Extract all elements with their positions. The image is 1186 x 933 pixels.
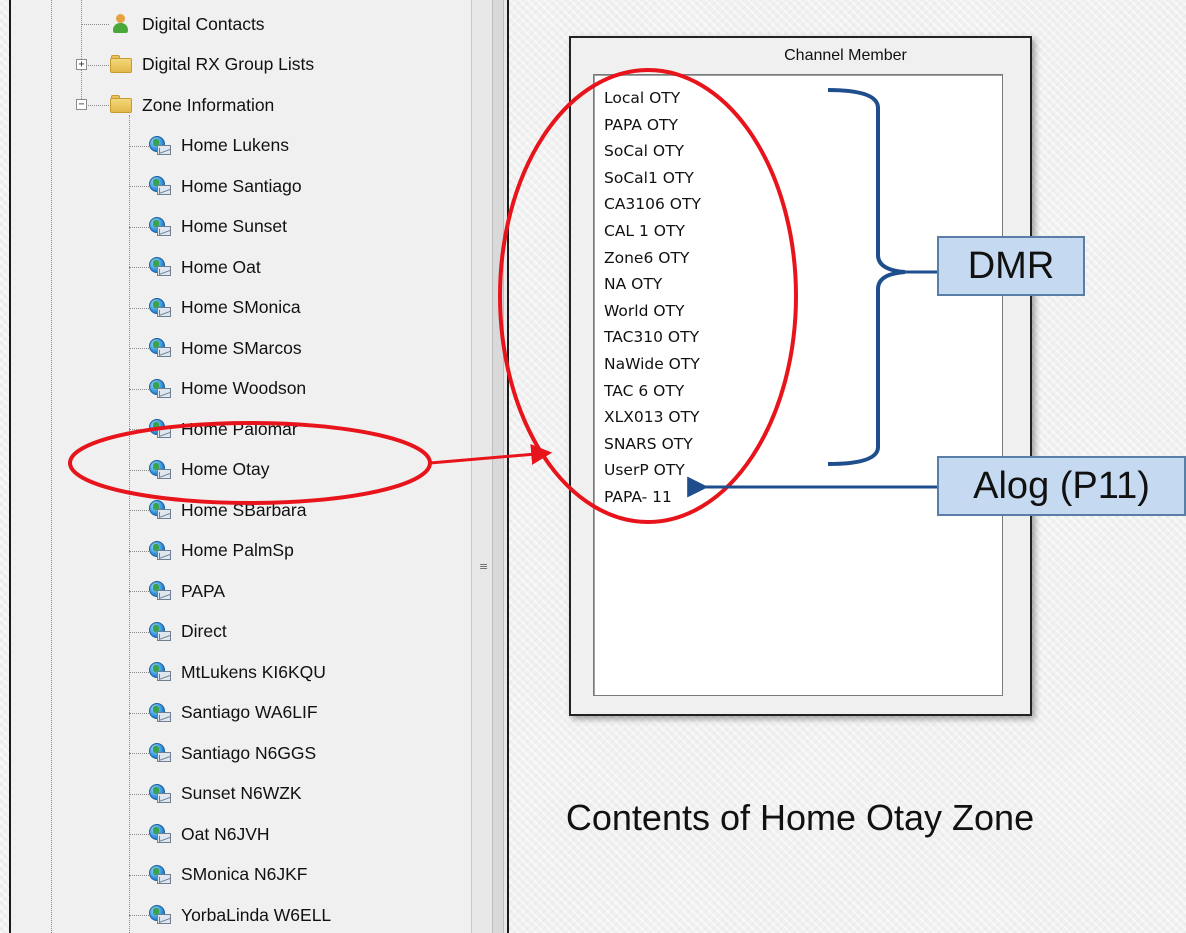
annotation-overlay (68, 68, 937, 524)
dmr-bracket (827, 88, 906, 466)
highlight-connector-arrow (429, 443, 553, 465)
home-otay-highlight-ellipse (68, 421, 432, 505)
member-list-highlight-ellipse (498, 68, 798, 524)
